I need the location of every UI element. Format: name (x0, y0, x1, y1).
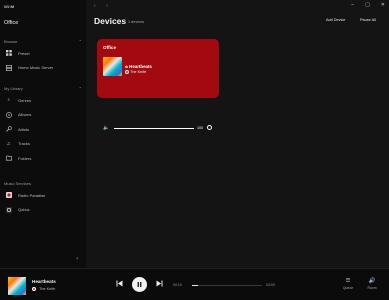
maximize-icon[interactable]: ▢ (365, 2, 370, 8)
page-title: Devices (94, 16, 127, 26)
forward-icon[interactable]: › (106, 3, 108, 9)
progress-fill (192, 284, 198, 286)
back-icon[interactable]: ‹ (94, 3, 96, 9)
album-icon (5, 111, 12, 118)
grid-icon (5, 50, 12, 57)
sidebar-item-label: Folders (18, 155, 32, 161)
radio-paradise-icon (5, 192, 12, 199)
services-header: Music Services (0, 178, 86, 188)
sidebar-item-label: Albums (18, 112, 32, 118)
add-device-button[interactable]: Add Device (326, 18, 345, 22)
artist-icon (5, 126, 12, 133)
chevron-up-icon[interactable]: ⌃ (79, 39, 82, 44)
minimize-icon[interactable]: – (351, 2, 354, 8)
sound-wave-icon: ılı (125, 65, 129, 69)
volume-value: 100 (197, 126, 203, 130)
chevron-up-icon[interactable]: ⌃ (79, 86, 82, 91)
sidebar: WiiM Office Browse ⌃ Preset Home Music S… (0, 0, 86, 268)
sidebar-item-artists[interactable]: Artists (0, 122, 86, 137)
room-title[interactable]: Office (4, 20, 18, 26)
pause-button[interactable] (132, 277, 147, 292)
device-artist: The Knife (130, 70, 147, 74)
sidebar-item-genres[interactable]: ♪ Genres (0, 93, 86, 108)
sidebar-item-label: Preset (18, 50, 30, 56)
player-track-title: Heartbeats (32, 279, 56, 284)
sidebar-item-label: Artists (18, 126, 30, 132)
sidebar-item-preset[interactable]: Preset (0, 46, 86, 61)
library-header[interactable]: My Library ⌃ (0, 83, 86, 93)
room-button[interactable]: 🔊 Room (364, 278, 380, 290)
player-source-icon (32, 287, 36, 291)
nav-arrows: ‹ › (94, 3, 117, 9)
room-label: Room (367, 286, 377, 290)
services-section: Music Services Radio Paradise Qobuz (0, 178, 86, 217)
app-logo: WiiM (4, 4, 15, 9)
library-label: My Library (4, 85, 23, 91)
browse-label: Browse (4, 38, 18, 44)
device-count: 1 devices (128, 19, 145, 24)
device-card[interactable]: Office ılıHeartbeats The Knife 🔈 100 (97, 39, 219, 131)
speaker-icon: 🔊 (368, 278, 376, 284)
queue-label: Queue (342, 286, 354, 290)
sidebar-item-label: Tracks (18, 141, 30, 147)
progress-bar[interactable] (192, 284, 262, 286)
sidebar-item-label: Home Music Server (18, 65, 54, 71)
device-options-icon[interactable] (207, 125, 212, 130)
volume-icon[interactable]: 🔈 (103, 125, 109, 131)
folder-icon (5, 155, 12, 162)
services-label: Music Services (4, 180, 31, 186)
player-bar: Heartbeats The Knife 00:19 04:03 ☰ Queue… (0, 268, 389, 300)
player-artist: The Knife (39, 287, 56, 291)
sidebar-item-albums[interactable]: Albums (0, 108, 86, 123)
queue-button[interactable]: ☰ Queue (340, 278, 356, 290)
volume-slider[interactable] (114, 128, 194, 129)
close-icon[interactable]: ✕ (381, 2, 385, 8)
sidebar-item-qobuz[interactable]: Qobuz (0, 203, 86, 218)
source-icon (125, 70, 129, 74)
browse-header[interactable]: Browse ⌃ (0, 36, 86, 46)
sidebar-item-folders[interactable]: Folders (0, 151, 86, 166)
sidebar-item-tracks[interactable]: ♫ Tracks (0, 137, 86, 152)
device-track-title: ılıHeartbeats (125, 64, 152, 69)
help-icon[interactable]: ? (76, 256, 78, 261)
sidebar-item-label: Qobuz (18, 207, 30, 213)
pause-all-button[interactable]: Pause All (360, 18, 376, 22)
sidebar-item-home-music-server[interactable]: Home Music Server (0, 61, 86, 76)
device-room-name: Office (103, 45, 117, 50)
sidebar-item-radio-paradise[interactable]: Radio Paradise (0, 188, 86, 203)
next-icon[interactable] (156, 280, 163, 289)
previous-icon[interactable] (116, 280, 123, 289)
player-album-art[interactable] (8, 277, 26, 295)
album-art (103, 57, 122, 76)
sidebar-item-label: Radio Paradise (18, 192, 46, 198)
library-section: My Library ⌃ ♪ Genres Albums Artists ♫ T… (0, 83, 86, 166)
duration-time: 04:03 (266, 283, 275, 287)
window-controls: – ▢ ✕ (351, 2, 385, 8)
browse-section: Browse ⌃ Preset Home Music Server (0, 36, 86, 75)
music-note-icon: ♪ (7, 97, 10, 104)
track-icon: ♫ (6, 140, 11, 147)
queue-icon: ☰ (345, 278, 351, 284)
qobuz-icon (5, 206, 12, 213)
server-icon (5, 64, 12, 71)
volume-fill (114, 128, 194, 129)
sidebar-item-label: Genres (18, 97, 32, 103)
elapsed-time: 00:19 (173, 283, 182, 287)
